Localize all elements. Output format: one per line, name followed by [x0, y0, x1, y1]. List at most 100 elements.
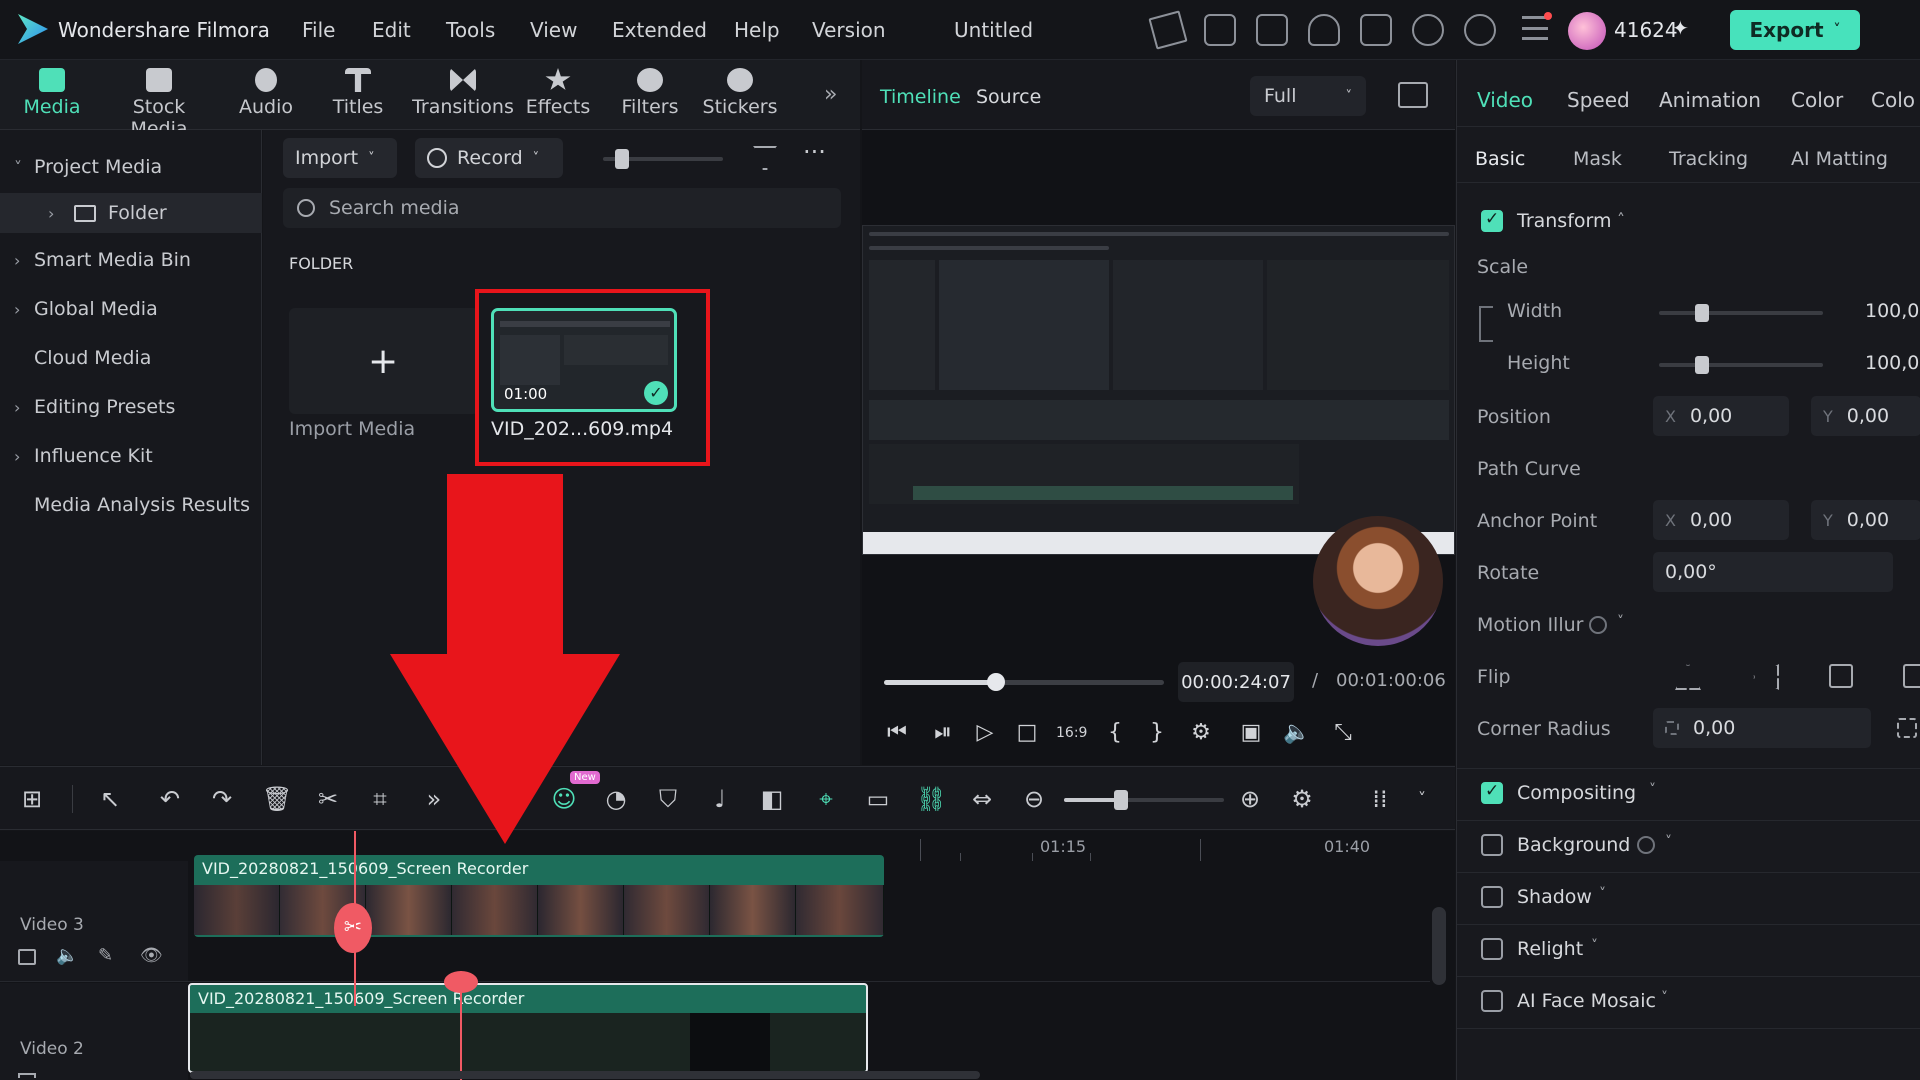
height-slider-track[interactable] — [1659, 363, 1823, 367]
menu-extended[interactable]: Extended — [612, 18, 707, 42]
save-icon[interactable] — [1360, 14, 1392, 46]
aspect-ratio-icon[interactable]: 16:9 — [1056, 718, 1087, 748]
lock-folder-icon[interactable] — [18, 949, 36, 965]
zoom-slider-knob[interactable] — [615, 149, 629, 169]
tab-transitions[interactable]: Transitions — [408, 68, 518, 118]
subtitle-icon[interactable] — [1204, 14, 1236, 46]
timeline-zoom-knob[interactable] — [1114, 790, 1128, 810]
compositing-checkbox[interactable] — [1481, 781, 1503, 804]
sidebar-item-smart-media-bin[interactable]: › Smart Media Bin — [0, 240, 262, 280]
playhead-handle[interactable] — [444, 971, 478, 993]
search-input[interactable] — [329, 197, 809, 219]
sidebar-item-cloud-media[interactable]: Cloud Media — [0, 338, 262, 378]
more-tabs-icon[interactable]: » — [824, 82, 837, 107]
tab-effects[interactable]: Effects — [508, 68, 608, 118]
chevron-down-icon[interactable]: ˅ — [1591, 938, 1598, 954]
tab-color-more[interactable]: Colo — [1871, 88, 1915, 112]
subtab-ai-matting[interactable]: AI Matting — [1791, 148, 1888, 170]
volume-icon[interactable]: 🔈 — [1282, 718, 1312, 748]
play-icon[interactable]: ▷ — [970, 718, 1000, 748]
chevron-down-icon[interactable]: ˅ — [1408, 785, 1436, 813]
relight-checkbox[interactable] — [1481, 938, 1503, 960]
timeline-clip-video-2[interactable]: VID_20280821_150609_Screen Recorder — [188, 983, 868, 1073]
auto-reframe-icon[interactable]: ⌖ — [812, 785, 840, 813]
sidebar-item-project-media[interactable]: ˅ Project Media — [0, 147, 262, 187]
rotate-field[interactable]: 0,00° — [1653, 552, 1893, 592]
layout-grid-icon[interactable]: ⊞ — [18, 785, 46, 813]
subtab-basic[interactable]: Basic — [1475, 148, 1525, 170]
layout-icon[interactable] — [1256, 14, 1288, 46]
fullscreen-icon[interactable]: ⤡ — [1328, 718, 1358, 748]
fit-timeline-icon[interactable]: ⇔ — [968, 785, 996, 813]
subtab-mask[interactable]: Mask — [1573, 148, 1622, 170]
delete-icon[interactable]: 🗑 — [262, 785, 292, 813]
eye-icon[interactable]: 👁 — [140, 945, 163, 966]
face-mosaic-checkbox[interactable] — [1481, 990, 1503, 1012]
mask-shield-icon[interactable]: ⛉ — [654, 785, 682, 813]
link-clips-icon[interactable]: ⛓ — [916, 785, 946, 813]
menu-tools[interactable]: Tools — [446, 18, 495, 42]
tab-audio[interactable]: Audio — [216, 68, 316, 118]
mark-out-icon[interactable]: } — [1142, 718, 1172, 748]
record-button[interactable]: Record ˅ — [415, 138, 563, 178]
send-icon[interactable] — [1148, 10, 1188, 50]
timeline-vertical-scrollbar[interactable] — [1432, 907, 1446, 985]
chevron-down-icon[interactable]: ˅ — [1661, 990, 1668, 1006]
chevron-down-icon[interactable]: ˅ — [1665, 834, 1672, 850]
shadow-checkbox[interactable] — [1481, 886, 1503, 908]
playback-scrubber-knob[interactable] — [987, 673, 1005, 691]
sidebar-item-media-analysis[interactable]: Media Analysis Results — [0, 485, 262, 525]
width-slider-knob[interactable] — [1695, 304, 1709, 322]
stop-icon[interactable]: □ — [1012, 718, 1042, 748]
timeline-settings-icon[interactable]: ⚙ — [1288, 785, 1316, 813]
transform-checkbox[interactable] — [1481, 209, 1503, 232]
select-tool-icon[interactable]: ↖ — [96, 785, 124, 813]
preview-video-frame[interactable] — [862, 225, 1455, 646]
avatar[interactable] — [1568, 12, 1606, 50]
playhead-line[interactable] — [354, 831, 356, 1006]
info-icon[interactable] — [1637, 836, 1655, 854]
corner-expand-icon[interactable] — [1897, 718, 1917, 738]
anchor-y-field[interactable]: Y 0,00 — [1811, 500, 1920, 540]
link-icon[interactable] — [1479, 306, 1493, 342]
import-button[interactable]: Import ˅ — [283, 138, 397, 178]
volume-icon[interactable]: 🔈 — [56, 945, 78, 966]
rotate-clockwise-icon[interactable] — [1829, 664, 1853, 688]
rotate-counterclockwise-icon[interactable] — [1903, 664, 1920, 688]
chevron-down-icon[interactable]: ˅ — [1649, 782, 1656, 798]
sidebar-item-folder[interactable]: › Folder — [0, 193, 262, 233]
tab-stickers[interactable]: Stickers — [690, 68, 790, 118]
flip-vertical-icon[interactable] — [1753, 664, 1779, 690]
chevron-up-icon[interactable]: ˄ — [1617, 210, 1625, 229]
sidebar-item-global-media[interactable]: › Global Media — [0, 289, 262, 329]
subtab-tracking[interactable]: Tracking — [1669, 148, 1748, 170]
corner-radius-field[interactable]: 0,00 — [1653, 708, 1871, 748]
zoom-in-icon[interactable]: ⊕ — [1236, 785, 1264, 813]
flip-horizontal-icon[interactable] — [1675, 664, 1701, 690]
snapshot-icon[interactable]: ▣ — [1236, 718, 1266, 748]
mark-in-icon[interactable]: { — [1100, 718, 1130, 748]
menu-list-icon[interactable] — [1522, 16, 1548, 40]
menu-version[interactable]: Version — [812, 18, 886, 42]
filter-icon[interactable] — [753, 146, 777, 170]
cloud-download-icon[interactable] — [1412, 14, 1444, 46]
lock-folder-icon[interactable] — [18, 1073, 36, 1078]
export-button[interactable]: Export ˅ — [1730, 10, 1860, 50]
chevron-down-icon[interactable]: ˅ — [1599, 886, 1606, 902]
height-slider-knob[interactable] — [1695, 356, 1709, 374]
more-options-icon[interactable]: ··· — [803, 138, 826, 166]
magic-wand-icon[interactable]: ✎ — [98, 945, 113, 966]
zoom-out-icon[interactable]: ⊖ — [1020, 785, 1048, 813]
split-marker-icon[interactable]: ✂ — [334, 903, 372, 953]
menu-edit[interactable]: Edit — [372, 18, 411, 42]
audio-beat-icon[interactable]: ♩ — [706, 785, 734, 813]
render-settings-icon[interactable]: ⚙ — [1186, 718, 1216, 748]
tab-video[interactable]: Video — [1477, 88, 1533, 112]
menu-help[interactable]: Help — [734, 18, 780, 42]
tab-timeline[interactable]: Timeline — [880, 86, 961, 108]
prev-frame-icon[interactable]: ⏮ — [882, 718, 912, 748]
tab-filters[interactable]: Filters — [600, 68, 700, 118]
tab-color[interactable]: Color — [1791, 88, 1843, 112]
tab-animation[interactable]: Animation — [1659, 88, 1761, 112]
tab-media[interactable]: Media — [2, 68, 102, 118]
